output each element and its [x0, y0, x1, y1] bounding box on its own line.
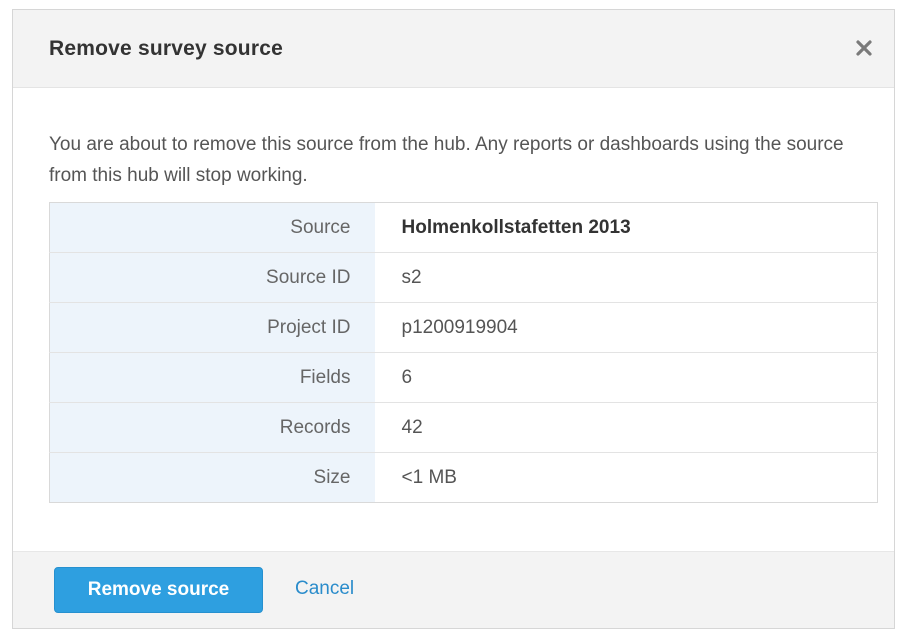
row-label: Source ID — [49, 252, 375, 303]
source-details-table: Source Holmenkollstafetten 2013 Source I… — [49, 202, 878, 503]
table-row: Source ID s2 — [49, 252, 878, 303]
remove-source-dialog: Remove survey source You are about to re… — [12, 9, 895, 629]
close-icon — [856, 40, 872, 56]
table-row: Project ID p1200919904 — [49, 302, 878, 353]
row-label: Size — [49, 452, 375, 503]
row-label: Source — [49, 202, 375, 253]
row-label: Fields — [49, 352, 375, 403]
table-row: Fields 6 — [49, 352, 878, 403]
dialog-title: Remove survey source — [49, 37, 283, 60]
row-label: Records — [49, 402, 375, 453]
dialog-body: You are about to remove this source from… — [13, 87, 894, 557]
remove-source-button[interactable]: Remove source — [54, 567, 263, 613]
table-row: Source Holmenkollstafetten 2013 — [49, 202, 878, 253]
row-value: Holmenkollstafetten 2013 — [374, 202, 878, 253]
row-value: p1200919904 — [374, 302, 878, 353]
row-value: 42 — [374, 402, 878, 453]
row-value: 6 — [374, 352, 878, 403]
cancel-link[interactable]: Cancel — [295, 578, 354, 600]
warning-message: You are about to remove this source from… — [49, 134, 844, 186]
table-row: Records 42 — [49, 402, 878, 453]
close-button[interactable] — [848, 32, 880, 64]
table-row: Size <1 MB — [49, 452, 878, 503]
dialog-header: Remove survey source — [13, 10, 894, 88]
row-label: Project ID — [49, 302, 375, 353]
dialog-footer: Remove source Cancel — [13, 551, 894, 628]
row-value: s2 — [374, 252, 878, 303]
row-value: <1 MB — [374, 452, 878, 503]
